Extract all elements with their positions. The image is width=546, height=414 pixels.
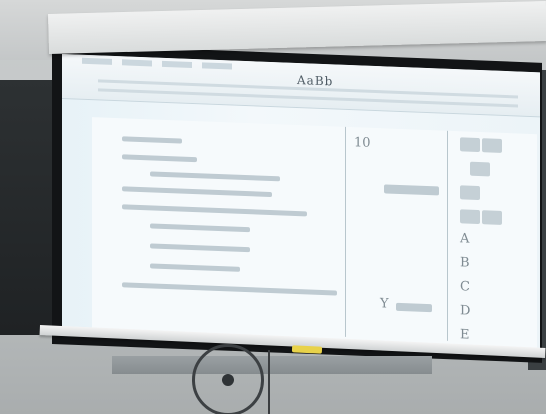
fan-cord <box>268 350 270 414</box>
table-column-line <box>345 126 346 337</box>
ribbon-tab <box>82 57 112 65</box>
text-fragment <box>470 161 490 177</box>
text-fragment <box>482 138 502 153</box>
text-fragment <box>460 137 480 153</box>
wall-strip <box>112 356 432 374</box>
list-letter: A <box>460 231 470 247</box>
text-fragment <box>482 210 502 225</box>
list-letter: C <box>460 279 470 295</box>
text-fragment <box>460 209 480 225</box>
screen-pull-handle <box>291 345 323 354</box>
table-cell-label: Y <box>380 296 389 312</box>
list-letter: D <box>460 303 471 319</box>
list-letter: E <box>460 327 470 343</box>
ribbon-tab <box>202 62 232 70</box>
list-letter: B <box>460 255 470 271</box>
text-line <box>396 302 432 313</box>
classroom-photo: AaBb 10 Y A B C D E <box>0 0 546 414</box>
ribbon-tab <box>122 59 152 67</box>
table-cell-number: 10 <box>354 135 371 151</box>
projected-image: AaBb 10 Y A B C D E <box>62 54 540 353</box>
style-sample: AaBb <box>297 73 334 89</box>
table-column-line <box>447 130 448 341</box>
text-fragment <box>460 185 480 201</box>
fan-hub <box>222 374 234 386</box>
toolbar-row <box>98 88 518 108</box>
ribbon-tab <box>162 60 192 68</box>
